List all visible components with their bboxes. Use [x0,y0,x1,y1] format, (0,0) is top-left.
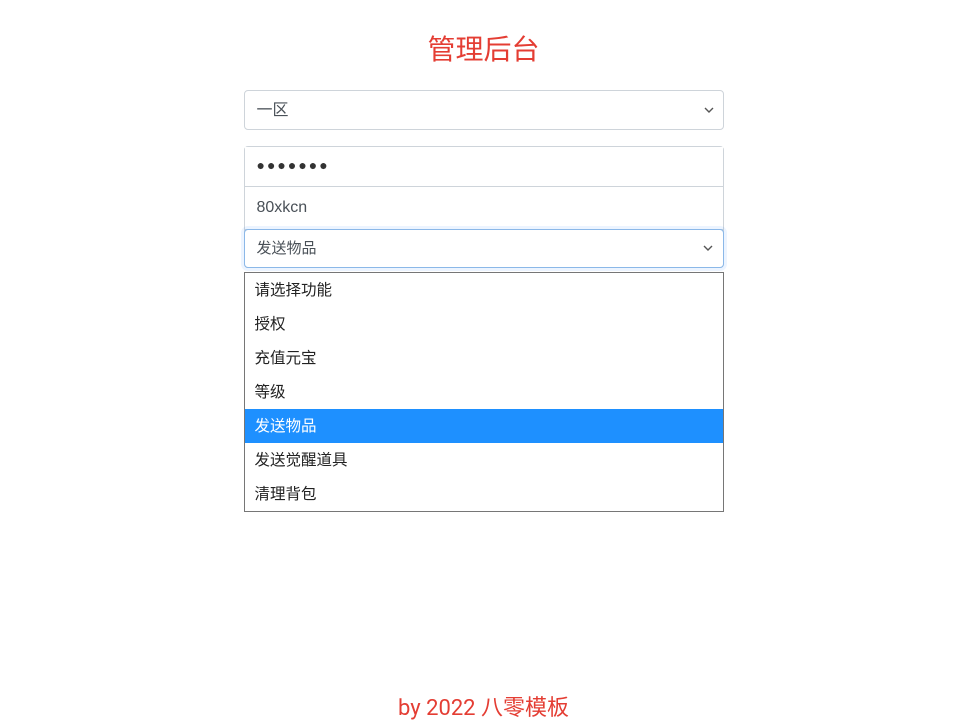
function-select-wrapper: 发送物品 请选择功能 授权 充值元宝 等级 发送物品 发送觉醒道具 清理背包 [245,229,723,268]
zone-select-wrapper: 一区 [244,90,724,130]
function-option[interactable]: 授权 [245,307,723,341]
username-field[interactable] [245,187,723,230]
function-option[interactable]: 请选择功能 [245,273,723,307]
function-dropdown: 请选择功能 授权 充值元宝 等级 发送物品 发送觉醒道具 清理背包 [244,272,724,512]
credentials-group: ●●●●●●● 发送物品 请选择功能 授权 充值元宝 等级 发送物品 发送觉醒道… [244,146,724,268]
password-field[interactable]: ●●●●●●● [245,147,723,187]
zone-select[interactable]: 一区 [244,90,724,130]
footer-text: by 2022 八零模板 [398,690,569,722]
function-option[interactable]: 充值元宝 [245,341,723,375]
function-option[interactable]: 发送物品 [245,409,723,443]
function-option[interactable]: 发送觉醒道具 [245,443,723,477]
function-select[interactable]: 发送物品 [244,229,724,268]
page-title: 管理后台 [244,28,724,68]
function-option[interactable]: 清理背包 [245,477,723,511]
function-option[interactable]: 等级 [245,375,723,409]
